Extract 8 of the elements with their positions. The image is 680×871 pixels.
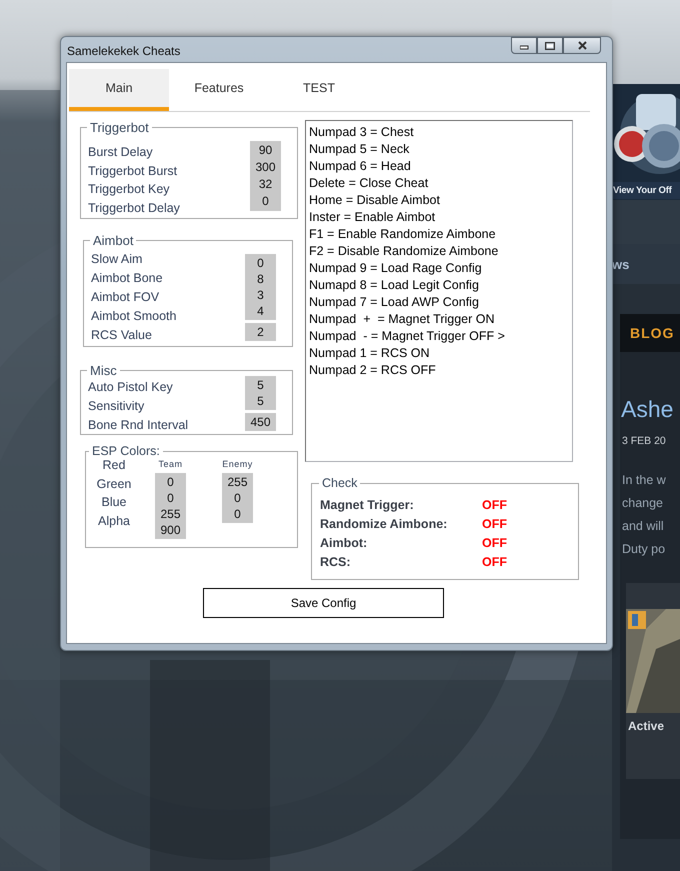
nav-item[interactable]: ws <box>612 256 630 272</box>
post-date: 3 FEB 20 <box>622 435 667 447</box>
excerpt-text: In the w change and will Duty po <box>622 472 667 558</box>
news-card[interactable]: Active <box>626 583 680 779</box>
banner-link[interactable]: View Your Off <box>612 182 680 199</box>
section-title: BLOG <box>630 325 674 341</box>
headline[interactable]: Ashe <box>621 396 680 423</box>
card-title[interactable]: Active <box>628 719 680 733</box>
